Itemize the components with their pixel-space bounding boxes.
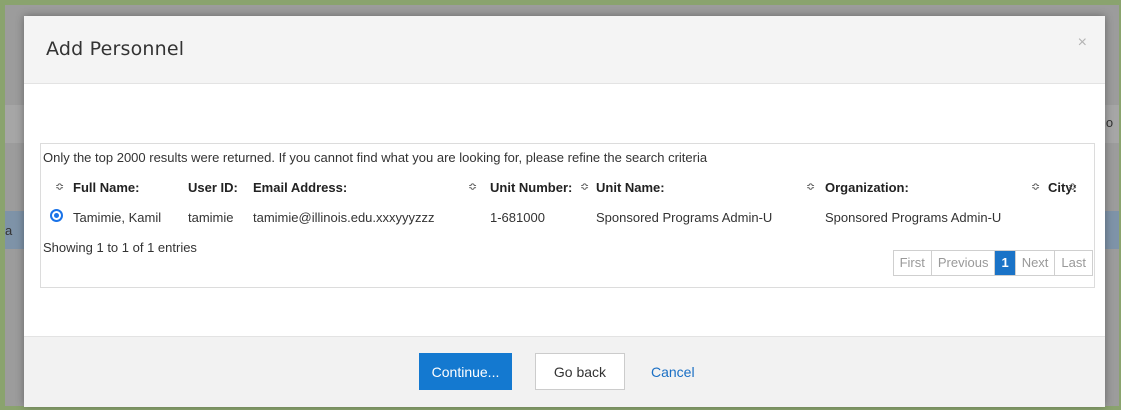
pagination-last[interactable]: Last — [1054, 251, 1092, 275]
column-header-unit-number[interactable]: Unit Number: — [490, 180, 572, 195]
sort-icon[interactable]: ≎ — [1031, 180, 1040, 193]
continue-button[interactable]: Continue... — [419, 353, 512, 390]
column-header-email[interactable]: Email Address: — [253, 180, 347, 195]
column-header-unit-name[interactable]: Unit Name: — [596, 180, 665, 195]
cell-unit-number: 1-681000 — [490, 210, 545, 225]
sort-icon[interactable]: ≎ — [55, 180, 64, 193]
cell-organization: Sponsored Programs Admin-U — [825, 210, 1002, 225]
go-back-button[interactable]: Go back — [535, 353, 625, 390]
select-row-radio[interactable] — [50, 209, 63, 222]
results-limit-notice: Only the top 2000 results were returned.… — [43, 150, 708, 165]
cell-unit-name: Sponsored Programs Admin-U — [596, 210, 773, 225]
sort-icon[interactable]: ≎ — [468, 180, 477, 193]
sort-icon[interactable]: ≎ — [806, 180, 815, 193]
column-header-user-id[interactable]: User ID: — [188, 180, 238, 195]
column-header-organization[interactable]: Organization: — [825, 180, 909, 195]
pagination-current-page[interactable]: 1 — [994, 251, 1015, 275]
add-personnel-modal: Add Personnel × Only the top 2000 result… — [24, 16, 1105, 407]
column-header-full-name[interactable]: Full Name: — [73, 180, 139, 195]
sort-icon[interactable]: ≎ — [580, 180, 589, 193]
close-icon[interactable]: × — [1078, 34, 1087, 52]
cancel-link[interactable]: Cancel — [651, 364, 695, 380]
cell-user-id: tamimie — [188, 210, 234, 225]
modal-title: Add Personnel — [46, 38, 185, 60]
sort-icon[interactable]: ≎ — [1068, 180, 1077, 193]
pagination-next[interactable]: Next — [1014, 251, 1055, 275]
modal-header: Add Personnel × — [24, 16, 1105, 84]
entries-summary: Showing 1 to 1 of 1 entries — [43, 240, 197, 255]
pagination-previous[interactable]: Previous — [930, 251, 995, 275]
results-table-panel: Only the top 2000 results were returned.… — [40, 143, 1095, 288]
background-text-fragment-left: a — [5, 223, 13, 238]
pagination-first[interactable]: First — [893, 251, 931, 275]
cell-full-name: Tamimie, Kamil — [73, 210, 162, 225]
pagination: First Previous 1 Next Last — [892, 250, 1093, 276]
cell-email: tamimie@illinois.edu.xxxyyyzzz — [253, 210, 435, 225]
modal-footer: Continue... Go back Cancel — [24, 336, 1105, 407]
